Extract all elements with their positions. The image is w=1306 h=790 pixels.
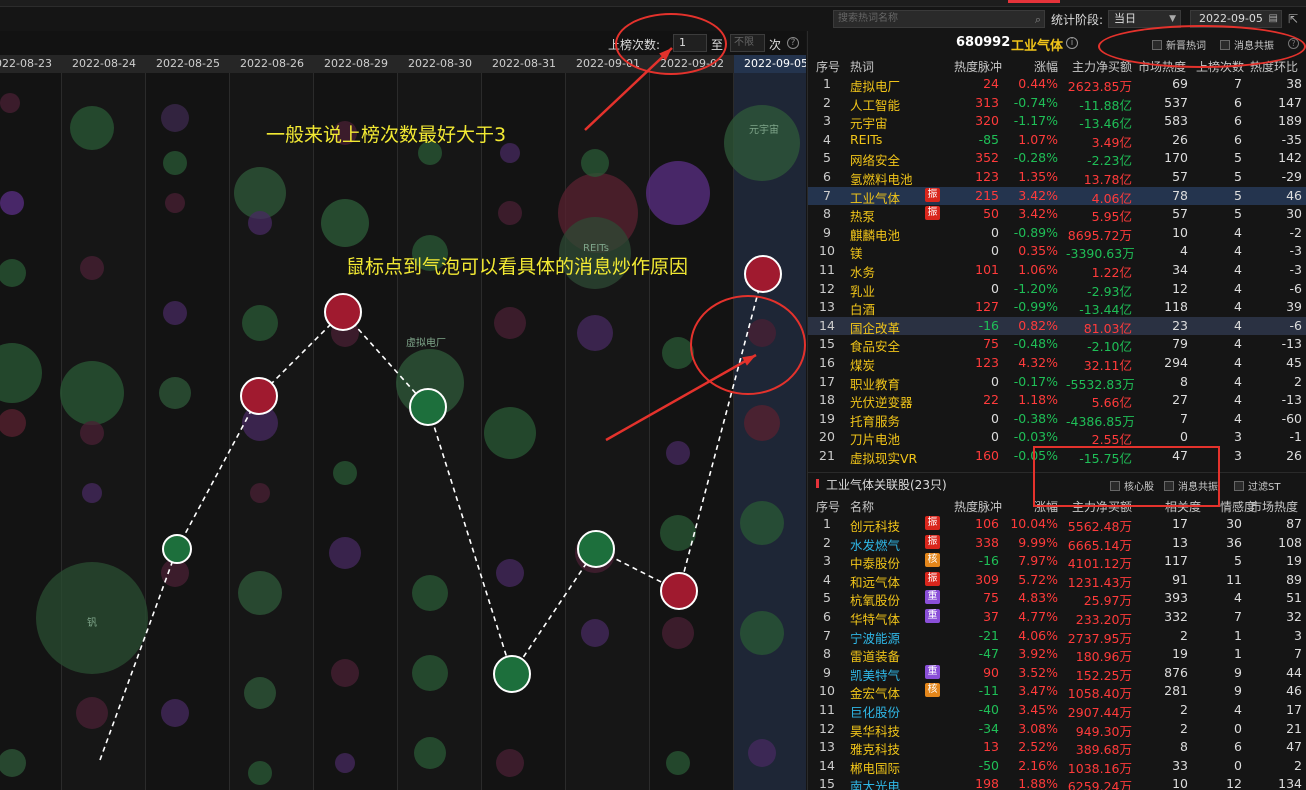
app-window: 搜索热词名称 ⌕ 统计阶段: 当日 ▼ 2022-09-05 ▤ ⇱ 上榜次数:… [0,0,1306,790]
arrow-line [584,47,673,131]
arrow-head [742,355,756,366]
arrow-line [605,353,757,442]
annotation-arrows [584,47,757,442]
